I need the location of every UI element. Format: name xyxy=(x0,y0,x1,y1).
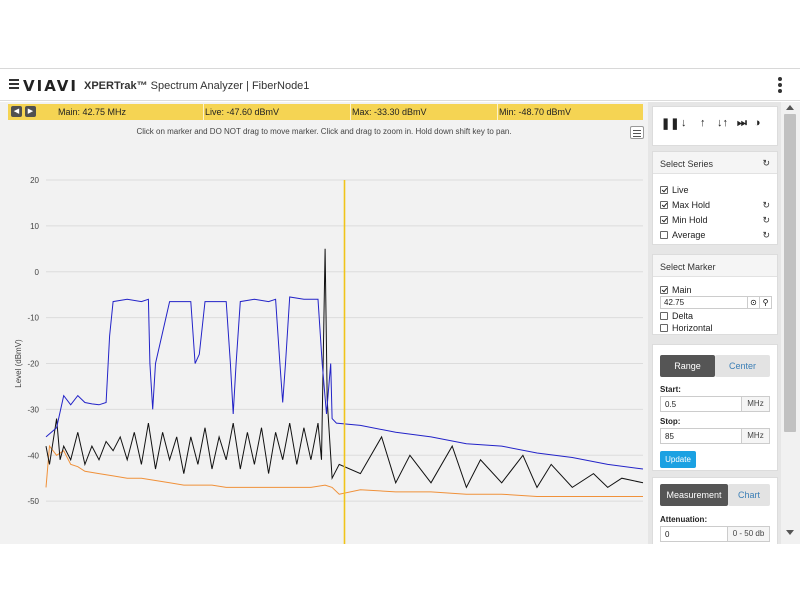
select-series-title: Select Series xyxy=(660,159,714,169)
contrast-icon[interactable]: ◑ xyxy=(754,117,761,129)
app-window: VIAVI XPERTrak™ Spectrum Analyzer | Fibe… xyxy=(0,68,800,544)
marker-delta-label: Delta xyxy=(672,311,694,321)
select-marker-title: Select Marker xyxy=(660,262,716,272)
spectrum-chart[interactable]: 20100-10-20-30-40-50-6010.020.030.040.05… xyxy=(0,102,648,544)
series-label: Average xyxy=(672,230,706,240)
tab-center[interactable]: Center xyxy=(715,355,770,377)
measurement-card: Measurement Chart Attenuation: 0 0 - 50 … xyxy=(652,477,778,544)
checkbox-icon[interactable] xyxy=(660,186,668,194)
series-label: Max Hold xyxy=(672,200,711,210)
measurement-tabs: Measurement Chart xyxy=(660,484,770,506)
series-label: Live xyxy=(672,185,689,195)
checkbox-icon[interactable] xyxy=(660,231,668,239)
search-icon[interactable]: ⚲ xyxy=(759,296,772,309)
app-title: XPERTrak™ Spectrum Analyzer | FiberNode1 xyxy=(84,80,309,92)
start-input[interactable]: 0.5 xyxy=(660,396,742,412)
viavi-logo: VIAVI xyxy=(23,77,78,95)
y-tick-label: 20 xyxy=(30,176,39,185)
series-average[interactable]: Average xyxy=(660,230,705,240)
range-card: Range Center Start: 0.5 MHz Stop: 85 MHz… xyxy=(652,344,778,471)
attenuation-range: 0 - 50 db xyxy=(728,526,770,542)
scroll-down-icon[interactable] xyxy=(786,530,794,535)
y-tick-label: -30 xyxy=(27,405,39,414)
control-panel: ❚❚ ↓ ↑ ↓↑ ⏭ ◑ Select Series ↻ Live Max H… xyxy=(648,102,781,544)
skip-icon[interactable]: ⏭ xyxy=(737,117,747,130)
tab-chart[interactable]: Chart xyxy=(728,484,770,506)
stop-unit: MHz xyxy=(742,428,770,444)
kebab-menu-icon[interactable] xyxy=(778,77,784,93)
marker-horizontal[interactable]: Horizontal xyxy=(660,323,713,333)
reset-min-hold-icon[interactable]: ↻ xyxy=(762,215,770,226)
scroll-up-icon[interactable] xyxy=(786,105,794,110)
checkbox-icon[interactable] xyxy=(660,286,668,294)
marker-frequency-input[interactable]: 42.75 xyxy=(660,296,748,309)
app-header: VIAVI XPERTrak™ Spectrum Analyzer | Fibe… xyxy=(0,69,800,101)
page-title: Spectrum Analyzer | FiberNode1 xyxy=(150,80,310,92)
playback-controls: ❚❚ ↓ ↑ ↓↑ ⏭ ◑ xyxy=(652,106,778,146)
series-min-hold[interactable]: Min Hold xyxy=(660,215,708,225)
update-button[interactable]: Update xyxy=(660,451,696,468)
series-label: Min Hold xyxy=(672,215,708,225)
tab-range[interactable]: Range xyxy=(660,355,715,377)
y-tick-label: 10 xyxy=(30,222,39,231)
series-live[interactable]: Live xyxy=(660,185,689,195)
y-axis-label: Level (dBmV) xyxy=(14,339,23,388)
arrow-down-icon[interactable]: ↓ xyxy=(681,117,687,129)
stop-label: Stop: xyxy=(660,417,681,426)
stop-input[interactable]: 85 xyxy=(660,428,742,444)
y-tick-label: -50 xyxy=(27,497,39,506)
y-tick-label: -10 xyxy=(27,314,39,323)
y-tick-label: -20 xyxy=(27,360,39,369)
range-tabs: Range Center xyxy=(660,355,770,377)
chart-pane[interactable]: ◀ ▶ Main: 42.75 MHz Live: -47.60 dBmV Ma… xyxy=(0,102,648,544)
marker-delta[interactable]: Delta xyxy=(660,311,693,321)
y-tick-label: -60 xyxy=(27,543,39,544)
start-unit: MHz xyxy=(742,396,770,412)
select-series-card: Select Series ↻ Live Max Hold ↻ Min Hold… xyxy=(652,151,778,245)
brand-name: XPERTrak™ xyxy=(84,80,148,92)
checkbox-icon[interactable] xyxy=(660,201,668,209)
arrow-up-icon[interactable]: ↑ xyxy=(700,117,706,129)
reset-average-icon[interactable]: ↻ xyxy=(762,230,770,241)
y-tick-label: 0 xyxy=(35,268,40,277)
select-series-header: Select Series ↻ xyxy=(653,152,777,174)
marker-main[interactable]: Main xyxy=(660,285,692,295)
scroll-thumb[interactable] xyxy=(784,114,796,432)
y-tick-label: -40 xyxy=(27,451,39,460)
tab-measurement[interactable]: Measurement xyxy=(660,484,728,506)
reset-icon[interactable]: ↻ xyxy=(762,158,770,169)
series-max-hold[interactable]: Max Hold xyxy=(660,200,710,210)
marker-main-label: Main xyxy=(672,285,692,295)
checkbox-icon[interactable] xyxy=(660,312,668,320)
checkbox-icon[interactable] xyxy=(660,216,668,224)
select-marker-card: Select Marker Main 42.75 ⊙ ⚲ Delta Horiz… xyxy=(652,254,778,335)
checkbox-icon[interactable] xyxy=(660,324,668,332)
peak-arrows-icon[interactable]: ↓↑ xyxy=(717,117,728,129)
attenuation-label: Attenuation: xyxy=(660,515,708,524)
select-marker-header: Select Marker xyxy=(653,255,777,277)
attenuation-input[interactable]: 0 xyxy=(660,526,728,542)
marker-horizontal-label: Horizontal xyxy=(672,323,713,333)
panel-scrollbar[interactable] xyxy=(781,102,800,544)
start-label: Start: xyxy=(660,385,681,394)
pause-icon[interactable]: ❚❚ xyxy=(661,117,679,130)
hamburger-icon[interactable] xyxy=(9,79,19,89)
reset-max-hold-icon[interactable]: ↻ xyxy=(762,200,770,211)
